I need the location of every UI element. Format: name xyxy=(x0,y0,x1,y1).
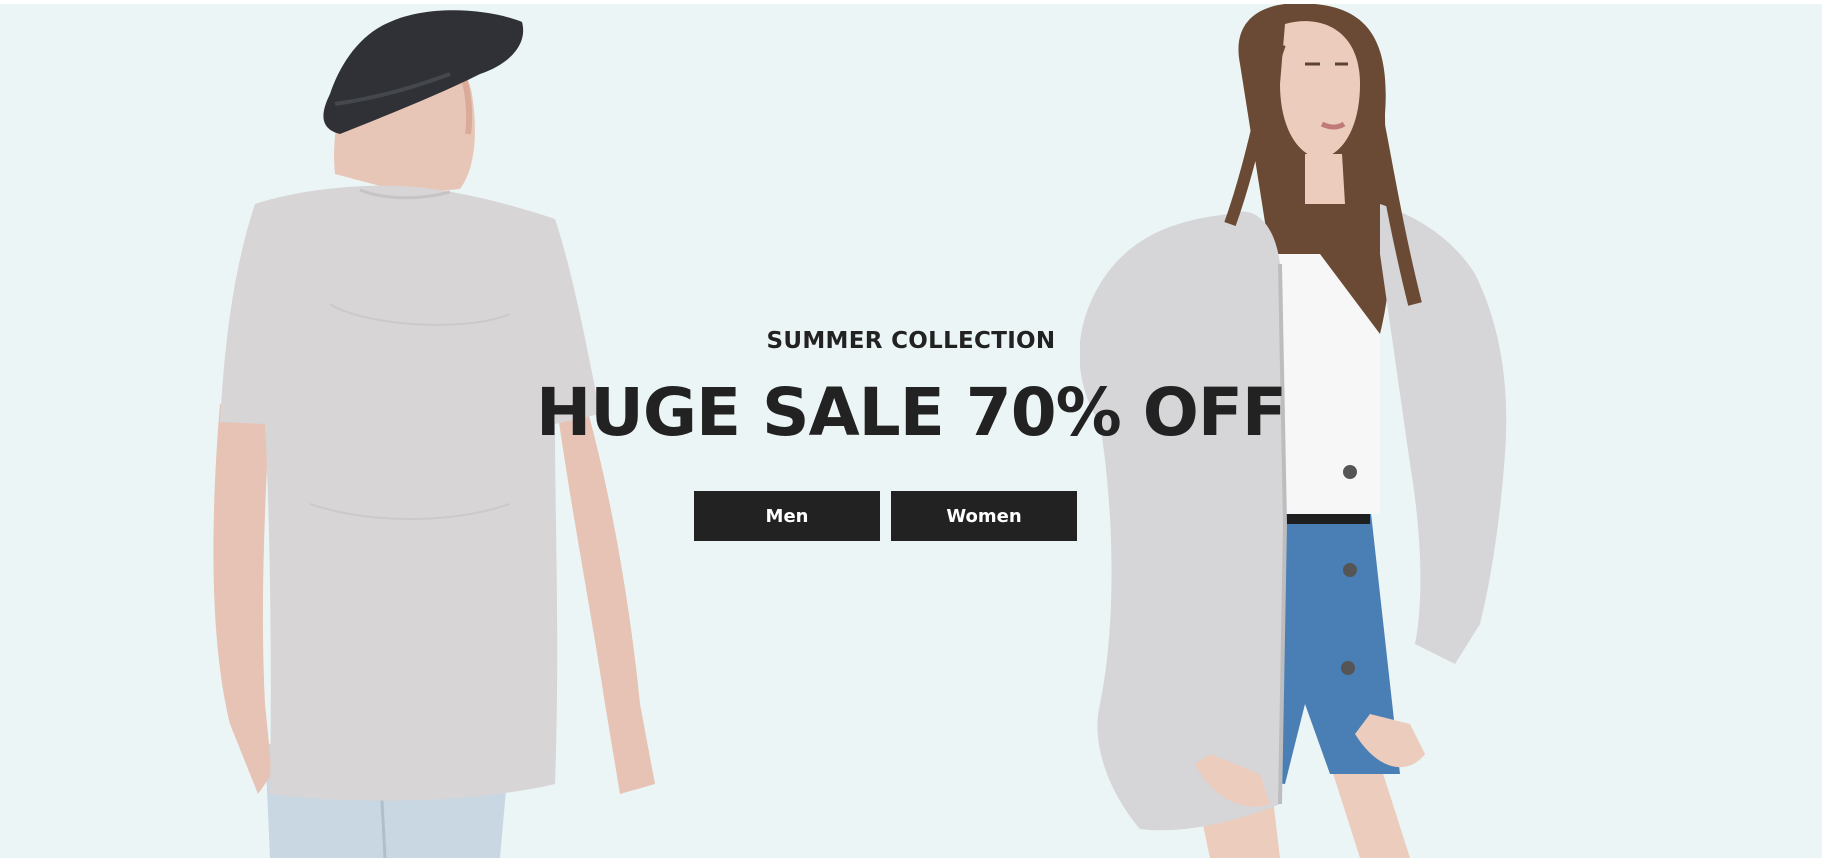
shop-men-button[interactable]: Men xyxy=(694,491,880,541)
hero-button-group: Men Women xyxy=(694,491,1077,541)
female-model-image xyxy=(1080,4,1550,858)
male-model-image xyxy=(210,4,680,858)
hero-banner: SUMMER COLLECTION HUGE SALE 70% OFF Men … xyxy=(0,4,1822,858)
shop-women-button[interactable]: Women xyxy=(891,491,1077,541)
